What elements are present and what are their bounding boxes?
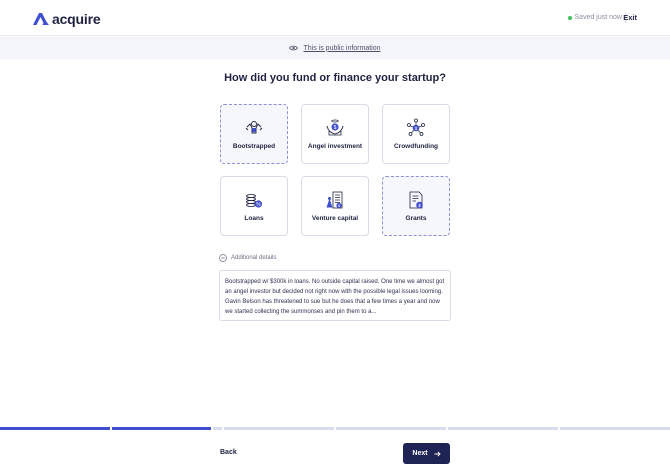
- minus-circle-icon: [219, 254, 227, 262]
- progress-bar: [0, 427, 670, 431]
- option-label: Angel investment: [307, 143, 363, 150]
- loans-icon: %: [246, 194, 263, 208]
- eye-icon: [289, 45, 299, 51]
- angel-investment-icon: $: [326, 119, 344, 136]
- bootstrapped-icon: [245, 121, 263, 134]
- question-title: How did you fund or finance your startup…: [224, 72, 446, 84]
- progress-segment: [560, 427, 670, 430]
- next-button[interactable]: Next: [403, 443, 450, 464]
- acquire-logo[interactable]: acquire: [33, 11, 101, 27]
- option-crowdfunding[interactable]: $ Crowdfunding: [382, 104, 450, 164]
- additional-details-textarea[interactable]: Bootstrapped w/ $300k in loans. No outsi…: [219, 270, 451, 321]
- arrow-right-icon: [434, 450, 441, 457]
- option-label: Grants: [405, 215, 427, 222]
- crowdfunding-icon: $: [407, 118, 425, 136]
- save-status: Saved just now: [567, 14, 622, 21]
- option-label: Crowdfunding: [393, 143, 439, 150]
- logo-mark-icon: [33, 13, 49, 25]
- next-button-label: Next: [412, 450, 428, 457]
- progress-segment: [112, 427, 211, 430]
- additional-details-toggle[interactable]: Additional details: [219, 254, 276, 262]
- option-bootstrapped[interactable]: Bootstrapped: [220, 104, 288, 164]
- option-loans[interactable]: % Loans: [220, 176, 288, 236]
- progress-segment: [336, 427, 446, 430]
- svg-text:%: %: [256, 202, 261, 208]
- option-angel-investment[interactable]: $ Angel investment: [301, 104, 369, 164]
- progress-segment: [0, 427, 110, 430]
- top-header: acquire Saved just now Exit: [0, 0, 670, 36]
- svg-text:$: $: [334, 125, 337, 131]
- exit-button[interactable]: Exit: [623, 13, 637, 22]
- option-grants[interactable]: $ Grants: [382, 176, 450, 236]
- back-button[interactable]: Back: [220, 449, 237, 456]
- saved-status-dot: [567, 15, 572, 20]
- venture-capital-icon: $: [326, 191, 343, 209]
- progress-segment: [213, 427, 222, 430]
- public-info-link[interactable]: This is public information: [303, 45, 380, 52]
- logo-text: acquire: [52, 11, 101, 27]
- option-venture-capital[interactable]: $ Venture capital: [301, 176, 369, 236]
- saved-status-text: Saved just now: [574, 14, 622, 21]
- option-label: Bootstrapped: [232, 143, 276, 150]
- public-info-bar: This is public information: [0, 37, 670, 59]
- progress-segment: [224, 427, 334, 430]
- progress-segment: [448, 427, 558, 430]
- option-label: Loans: [244, 215, 264, 222]
- option-label: Venture capital: [311, 215, 359, 222]
- grants-icon: $: [409, 191, 423, 209]
- additional-details-label: Additional details: [231, 255, 277, 261]
